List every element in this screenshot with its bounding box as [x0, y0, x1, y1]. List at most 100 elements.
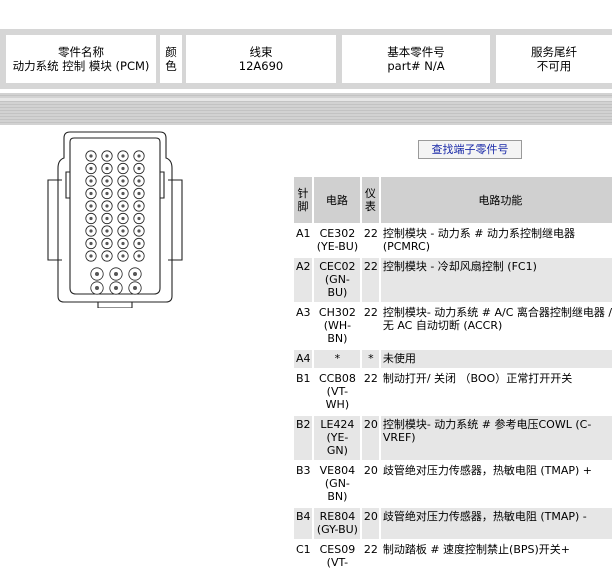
- pin-cavity-dot: [137, 204, 141, 208]
- pin-cavity-dot: [121, 204, 125, 208]
- pin-cavity-dot: [137, 166, 141, 171]
- circuit-cell: CEC02 (GN-BU): [313, 258, 360, 302]
- pin-cavity-dot: [105, 191, 109, 196]
- pin-cavity-dot: [121, 229, 125, 233]
- table-row: B2 LE424 (YE-GN) 20 控制模块- 动力系统 # 参考电压COW…: [294, 416, 612, 460]
- gauge-cell: 20: [361, 462, 379, 506]
- function-cell: 控制模块- 动力系统 # 参考电压COWL (C-VREF): [380, 416, 612, 460]
- pin-cavity-dot: [89, 204, 93, 208]
- table-row: A2 CEC02 (GN-BU) 22 控制模块 - 冷却风扇控制 (FC1): [294, 258, 612, 302]
- pin-cavity-dot: [137, 154, 141, 158]
- pin-cell: A4: [294, 350, 312, 368]
- pin-cavity-dot: [89, 229, 93, 233]
- gauge-cell: 22: [361, 304, 379, 348]
- right-latch: [168, 179, 183, 261]
- circuit-cell: CES09 (VT-OG): [313, 541, 360, 568]
- gauge-cell: 20: [361, 508, 379, 539]
- bottom-tab: [97, 302, 133, 308]
- pin-cavity-dot: [89, 241, 93, 246]
- function-cell: 制动打开/ 关闭 （BOO）正常打开开关: [380, 370, 612, 414]
- color-cell: 颜色: [160, 35, 182, 83]
- gauge-cell: 20: [361, 416, 379, 460]
- pin-cell: B3: [294, 462, 312, 506]
- power-pin-cavity-dot: [133, 286, 137, 290]
- pin-cavity-dot: [121, 254, 125, 258]
- pin-cavity-dot: [105, 204, 109, 208]
- pin-table: 针脚 电路 仪表 电路功能 A1 CE302 (YE-BU) 22 控制模块 -…: [292, 175, 612, 568]
- header-strip: 零件名称 动力系统 控制 模块 (PCM) 颜色 线束 12A690 基本零件号…: [0, 29, 612, 89]
- header-function: 电路功能: [380, 177, 612, 223]
- service-suffix-cell: 服务尾纤 不可用: [496, 35, 612, 83]
- table-row: B1 CCB08 (VT-WH) 22 制动打开/ 关闭 （BOO）正常打开开关: [294, 370, 612, 414]
- gauge-cell: 22: [361, 370, 379, 414]
- connector-pin-grid: [85, 150, 145, 295]
- circuit-cell: CH302 (WH-BN): [313, 304, 360, 348]
- pin-cell: B2: [294, 416, 312, 460]
- separator-line: [0, 98, 612, 101]
- part-name-label: 零件名称: [58, 45, 104, 59]
- circuit-cell: CE302 (YE-BU): [313, 225, 360, 256]
- pin-cavity-dot: [121, 179, 125, 183]
- part-name-cell: 零件名称 动力系统 控制 模块 (PCM): [6, 35, 156, 83]
- pin-cavity-dot: [137, 254, 141, 258]
- gauge-cell: *: [361, 350, 379, 368]
- table-row: A4 * * 未使用: [294, 350, 612, 368]
- pin-cavity-dot: [89, 254, 93, 258]
- power-pin-cavity-dot: [114, 272, 118, 276]
- pin-cavity-dot: [137, 229, 141, 233]
- pin-cavity-dot: [121, 166, 125, 171]
- base-part-value: part# N/A: [387, 59, 445, 73]
- pin-cavity-dot: [105, 216, 109, 221]
- base-part-label: 基本零件号: [387, 45, 445, 59]
- pin-table-header-row: 针脚 电路 仪表 电路功能: [294, 177, 612, 223]
- table-row: A3 CH302 (WH-BN) 22 控制模块- 动力系统 # A/C 离合器…: [294, 304, 612, 348]
- pin-cavity-dot: [137, 179, 141, 183]
- key-rib-left: [65, 171, 70, 199]
- pin-cavity-dot: [137, 216, 141, 221]
- circuit-cell: VE804 (GN-BN): [313, 462, 360, 506]
- pin-cavity-dot: [89, 179, 93, 183]
- pin-cavity-dot: [89, 191, 93, 196]
- pin-cavity-dot: [137, 241, 141, 246]
- connector-face-diagram: [47, 131, 183, 308]
- pin-cavity-dot: [137, 191, 141, 196]
- pin-cavity-dot: [89, 154, 93, 158]
- function-cell: 控制模块 - 冷却风扇控制 (FC1): [380, 258, 612, 302]
- gauge-cell: 22: [361, 258, 379, 302]
- pin-cell: A1: [294, 225, 312, 256]
- gauge-cell: 22: [361, 541, 379, 568]
- service-suffix-label: 服务尾纤: [531, 45, 577, 59]
- header-pin: 针脚: [294, 177, 312, 223]
- pin-cell: C1: [294, 541, 312, 568]
- pin-cavity-dot: [105, 166, 109, 171]
- header-circuit: 电路: [313, 177, 360, 223]
- part-name-value: 动力系统 控制 模块 (PCM): [12, 59, 150, 73]
- function-cell: 歧管绝对压力传感器，热敏电阻 (TMAP) -: [380, 508, 612, 539]
- table-row: B4 RE804 (GY-BU) 20 歧管绝对压力传感器，热敏电阻 (TMAP…: [294, 508, 612, 539]
- header-gauge: 仪表: [361, 177, 379, 223]
- function-cell: 控制模块- 动力系统 # A/C 离合器控制继电器 / 无 AC 自动切断 (A…: [380, 304, 612, 348]
- table-row: C1 CES09 (VT-OG) 22 制动踏板 # 速度控制禁止(BPS)开关…: [294, 541, 612, 568]
- circuit-cell: LE424 (YE-GN): [313, 416, 360, 460]
- circuit-cell: CCB08 (VT-WH): [313, 370, 360, 414]
- left-latch: [47, 179, 62, 261]
- pin-cavity-dot: [89, 166, 93, 171]
- gauge-cell: 22: [361, 225, 379, 256]
- power-pin-cavity-dot: [95, 272, 99, 276]
- pin-cavity-dot: [105, 154, 109, 158]
- pin-cavity-dot: [105, 254, 109, 258]
- circuit-cell: RE804 (GY-BU): [313, 508, 360, 539]
- pin-cavity-dot: [105, 179, 109, 183]
- pin-cell: B1: [294, 370, 312, 414]
- harness-cell: 线束 12A690: [186, 35, 336, 83]
- base-part-cell: 基本零件号 part# N/A: [342, 35, 490, 83]
- power-pin-cavity-dot: [114, 286, 118, 290]
- pin-cavity-dot: [105, 241, 109, 246]
- power-pin-cavity-dot: [95, 286, 99, 290]
- service-suffix-value: 不可用: [536, 59, 572, 73]
- pin-cavity-dot: [121, 216, 125, 221]
- find-terminal-part-button[interactable]: 查找端子零件号: [418, 140, 522, 159]
- harness-value: 12A690: [238, 59, 284, 73]
- pin-cavity-dot: [105, 229, 109, 233]
- pin-cavity-dot: [121, 191, 125, 196]
